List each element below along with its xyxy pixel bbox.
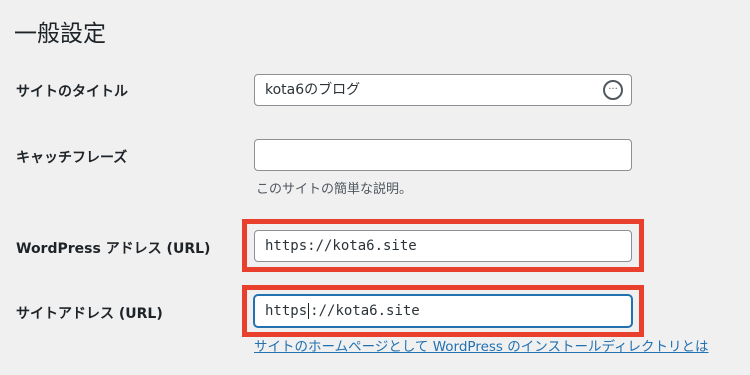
wp-address-input[interactable]: https://kota6.site	[254, 230, 632, 262]
site-title-value: kota6のブログ	[265, 82, 361, 98]
wp-address-label: WordPress アドレス (URL)	[16, 241, 211, 257]
site-address-value-after-cursor: ://kota6.site	[310, 303, 420, 319]
site-title-input[interactable]: kota6のブログ	[254, 74, 632, 106]
site-address-help-link[interactable]: サイトのホームページとして WordPress のインストールディレクトリとは	[254, 335, 709, 355]
tagline-label: キャッチフレーズ	[16, 150, 128, 166]
site-address-label: サイトアドレス (URL)	[16, 306, 163, 322]
wp-address-value: https://kota6.site	[265, 238, 417, 254]
site-title-label: サイトのタイトル	[16, 84, 128, 100]
tagline-description: このサイトの簡単な説明。	[256, 182, 413, 197]
page-title: 一般設定	[14, 21, 106, 47]
ellipsis-circle-icon[interactable]	[603, 80, 623, 100]
site-address-value-before-cursor: https	[265, 303, 308, 319]
tagline-input[interactable]	[254, 139, 632, 171]
text-cursor	[308, 303, 310, 319]
site-address-input[interactable]: https://kota6.site	[254, 295, 632, 327]
